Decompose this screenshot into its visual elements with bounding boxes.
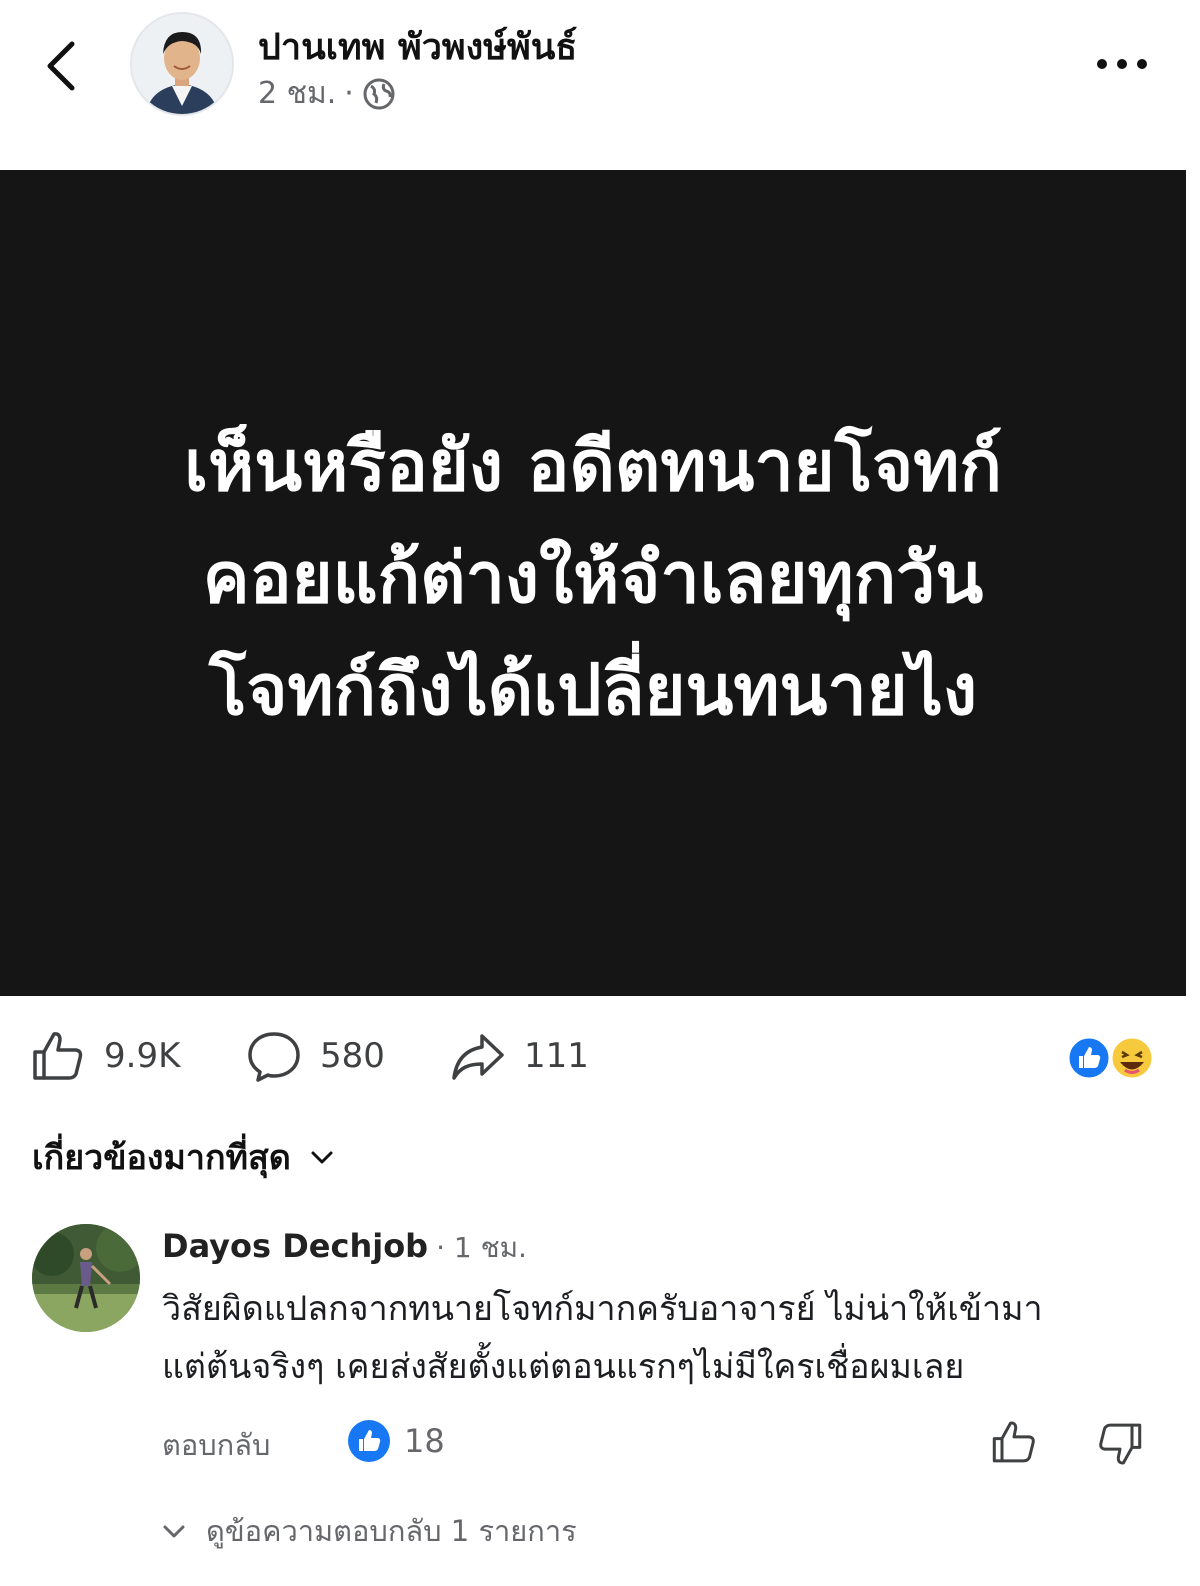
comment-line: วิสัยผิดแปลกจากทนายโจทก์มากครับอาจารย์ ไ… bbox=[162, 1289, 1043, 1329]
globe-icon bbox=[363, 78, 395, 109]
like-reaction-icon bbox=[1066, 1035, 1112, 1081]
meta-separator: · bbox=[344, 76, 354, 111]
like-reaction-icon bbox=[348, 1420, 390, 1462]
comment-count: 580 bbox=[320, 1036, 385, 1076]
post-image-line: โจทก์ถึงได้เปลี่ยนทนายไง bbox=[208, 649, 978, 731]
comment-sort-dropdown[interactable]: เกี่ยวข้องมากที่สุด bbox=[32, 1130, 337, 1184]
downvote-button[interactable] bbox=[1096, 1420, 1144, 1468]
post-image[interactable]: เห็นหรือยัง อดีตทนายโจทก์ คอยแก้ต่างให้จ… bbox=[0, 170, 1186, 996]
thumbs-down-icon bbox=[1099, 1423, 1142, 1465]
comment-like-count: 18 bbox=[404, 1422, 445, 1460]
share-icon bbox=[452, 1034, 504, 1080]
view-replies-link[interactable]: ดูข้อความตอบกลับ 1 รายการ bbox=[160, 1508, 577, 1554]
sort-label: เกี่ยวข้องมากที่สุด bbox=[32, 1138, 291, 1178]
back-button[interactable] bbox=[38, 38, 90, 94]
upvote-button[interactable] bbox=[990, 1418, 1038, 1466]
comment-header: Dayos Dechjob · 1 ชม. bbox=[162, 1226, 527, 1270]
post-meta: 2 ชม. · bbox=[258, 70, 396, 117]
chevron-down-icon bbox=[311, 1151, 333, 1164]
comment-like-summary[interactable]: 18 bbox=[346, 1418, 445, 1464]
post-image-line: คอยแก้ต่างให้จำเลยทุกวัน bbox=[202, 537, 984, 619]
author-avatar[interactable] bbox=[130, 12, 234, 116]
chevron-down-icon bbox=[163, 1525, 185, 1538]
share-count: 111 bbox=[524, 1036, 589, 1076]
comment-line: แต่ต้นจริงๆ เคยส่งสัยตั้งแต่ตอนแรกๆไม่มี… bbox=[162, 1347, 965, 1387]
commenter-name[interactable]: Dayos Dechjob bbox=[162, 1227, 428, 1265]
reaction-summary[interactable] bbox=[1066, 1035, 1158, 1081]
post-author-name[interactable]: ปานเทพ พัวพงษ์พันธ์ bbox=[258, 18, 577, 75]
haha-reaction-icon bbox=[1109, 1035, 1155, 1081]
reply-button[interactable]: ตอบกลับ bbox=[162, 1422, 270, 1468]
commenter-avatar[interactable] bbox=[32, 1224, 140, 1332]
back-arrow-icon bbox=[47, 41, 75, 91]
comment-icon bbox=[248, 1032, 300, 1082]
post-image-line: เห็นหรือยัง อดีตทนายโจทก์ bbox=[184, 425, 1002, 507]
like-button[interactable]: 9.9K bbox=[30, 1026, 180, 1086]
view-replies-label: ดูข้อความตอบกลับ 1 รายการ bbox=[206, 1514, 577, 1548]
comment-time: · 1 ชม. bbox=[436, 1231, 527, 1264]
more-options-button[interactable] bbox=[1090, 48, 1154, 80]
comment-button[interactable]: 580 bbox=[246, 1026, 385, 1086]
like-count: 9.9K bbox=[104, 1036, 181, 1076]
like-icon bbox=[33, 1032, 83, 1080]
share-button[interactable]: 111 bbox=[450, 1026, 589, 1086]
more-icon bbox=[1097, 59, 1147, 69]
comment-text: วิสัยผิดแปลกจากทนายโจทก์มากครับอาจารย์ ไ… bbox=[162, 1280, 1172, 1396]
post-image-text: เห็นหรือยัง อดีตทนายโจทก์ คอยแก้ต่างให้จ… bbox=[184, 410, 1002, 746]
thumbs-up-icon bbox=[992, 1421, 1035, 1463]
post-time: 2 ชม. bbox=[258, 76, 337, 111]
